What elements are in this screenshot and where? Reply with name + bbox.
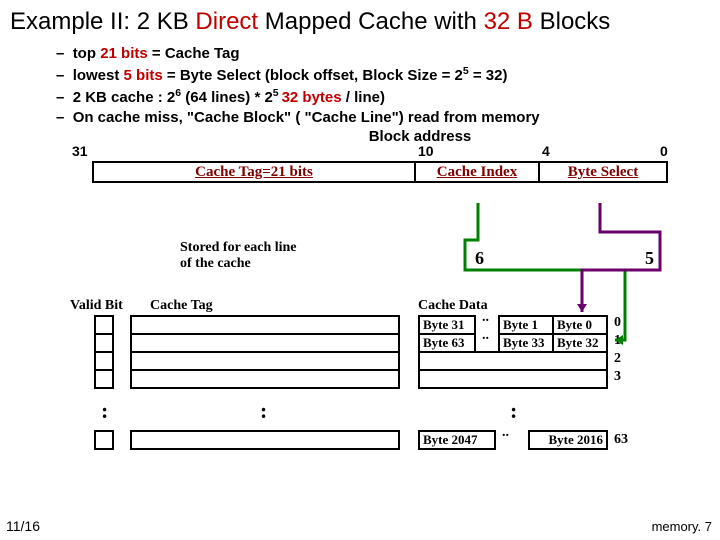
vb-63	[94, 430, 114, 450]
footer-left: 11/16	[6, 518, 40, 534]
d63-byte2016: Byte 2016	[528, 430, 608, 450]
b2c: = Byte Select (block offset, Block Size …	[163, 67, 463, 84]
d1-byte33: Byte 33	[498, 333, 554, 353]
d0-byte0: Byte 0	[552, 315, 608, 335]
page-title: Example II: 2 KB Direct Mapped Cache wit…	[0, 0, 720, 42]
bit-10: 10	[418, 143, 434, 159]
title-red-1: Direct	[195, 8, 258, 35]
b2b: 5 bits	[124, 67, 163, 84]
bullet-2: – lowest 5 bits = Byte Select (block off…	[56, 65, 720, 84]
d0-byte31: Byte 31	[418, 315, 476, 335]
tag-0	[130, 315, 400, 335]
bullet-4: – On cache miss, "Cache Block" ( "Cache …	[56, 109, 720, 126]
b3c: (64 lines) * 2	[181, 89, 273, 106]
b3d: 5	[273, 87, 282, 99]
tag-1	[130, 333, 400, 353]
field-cache-tag: Cache Tag=21 bits	[92, 161, 416, 183]
b3e: 32 bytes	[282, 89, 342, 106]
tag-2	[130, 351, 400, 371]
b3a: 2 KB cache : 2	[73, 89, 176, 106]
row-1: 1	[614, 333, 621, 349]
bit-31: 31	[72, 143, 88, 159]
title-text-1: Example II: 2 KB	[10, 8, 195, 35]
footer-right: memory. 7	[652, 519, 712, 534]
bullet-3: – 2 KB cache : 26 (64 lines) * 25 32 byt…	[56, 87, 720, 106]
d1-byte63: Byte 63	[418, 333, 476, 353]
title-text-2: Mapped Cache with	[258, 8, 483, 35]
row-63: 63	[614, 432, 628, 448]
b2a: lowest	[73, 67, 124, 84]
num-six: 6	[475, 248, 484, 269]
b3f: / line)	[342, 89, 385, 106]
bit-4: 4	[542, 143, 550, 159]
address-breakdown: 31 10 4 0 Cache Tag=21 bits Cache Index …	[0, 143, 720, 203]
stored-l1: Stored for each line	[180, 240, 297, 256]
d0-byte1: Byte 1	[498, 315, 554, 335]
bullet-list: – top 21 bits = Cache Tag – lowest 5 bit…	[56, 45, 720, 126]
tag-63	[130, 430, 400, 450]
num-five: 5	[645, 248, 654, 269]
b1a: top	[73, 45, 101, 62]
label-valid-bit: Valid Bit	[70, 298, 123, 314]
bit-0: 0	[660, 143, 668, 159]
stored-l2: of the cache	[180, 256, 297, 272]
vdots-vb: :	[101, 398, 106, 424]
field-cache-index: Cache Index	[414, 161, 540, 183]
row-2: 2	[614, 351, 621, 367]
d2	[418, 351, 608, 371]
label-cache-tag: Cache Tag	[150, 298, 213, 314]
stored-label: Stored for each line of the cache	[180, 240, 297, 272]
b1b: 21 bits	[100, 45, 148, 62]
d0-dots: ..	[482, 310, 489, 326]
row-3: 3	[614, 369, 621, 385]
field-byte-select: Byte Select	[538, 161, 668, 183]
vb-1	[94, 333, 114, 353]
vb-3	[94, 369, 114, 389]
d3	[418, 369, 608, 389]
d1-byte32: Byte 32	[552, 333, 608, 353]
b1c: = Cache Tag	[148, 45, 240, 62]
b4a: On cache miss, "Cache Block" ( "Cache Li…	[73, 109, 540, 126]
label-cache-data: Cache Data	[418, 298, 488, 314]
title-red-2: 32 B	[484, 8, 533, 35]
b2e: = 32)	[469, 67, 508, 84]
title-text-3: Blocks	[533, 8, 610, 35]
tag-3	[130, 369, 400, 389]
d63-dots: ..	[502, 425, 509, 441]
row-0: 0	[614, 315, 621, 331]
vb-2	[94, 351, 114, 371]
vb-0	[94, 315, 114, 335]
vdots-data: :	[510, 398, 515, 424]
d63-byte2047: Byte 2047	[418, 430, 496, 450]
vdots-tag: :	[260, 398, 265, 424]
d1-dots: ..	[482, 328, 489, 344]
bullet-1: – top 21 bits = Cache Tag	[56, 45, 720, 62]
